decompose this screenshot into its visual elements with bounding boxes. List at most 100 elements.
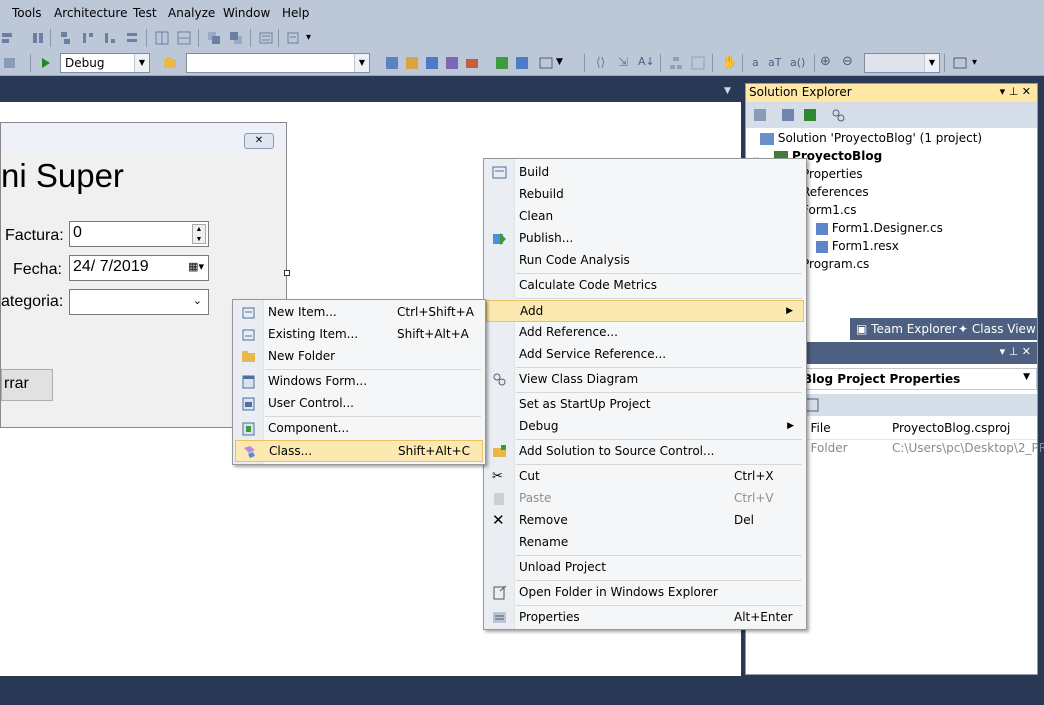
menu-item-open-folder[interactable]: Open Folder in Windows Explorer [486,582,804,604]
menu-item-clean[interactable]: Clean [486,206,804,228]
categoria-label: ategoria: [1,293,64,310]
toolbar-overflow-icon[interactable]: ▾ [306,32,311,43]
close-icon[interactable]: ✕ [244,133,274,149]
fecha-date-picker[interactable]: 24/ 7/2019 ▦▾ [69,255,209,281]
menu-item-remove[interactable]: ✕ Remove Del [486,510,804,532]
tree-solution[interactable]: Solution 'ProyectoBlog' (1 project) [760,131,982,145]
pan-icon[interactable]: ✋ [722,55,737,69]
menu-item-view-class-diagram[interactable]: View Class Diagram [486,369,804,391]
start-debugging-icon[interactable] [38,55,54,71]
hierarchy-icon[interactable] [668,55,684,71]
cerrar-button[interactable]: rrar [1,369,53,401]
zoom-combo[interactable]: ▼ [864,53,940,73]
pin-icon[interactable]: ▾ ⊥ ✕ [1000,85,1031,98]
menu-item-cut[interactable]: ✂ Cut Ctrl+X [486,466,804,488]
submenu-item-component[interactable]: Component... [235,418,483,440]
show-all-files-icon[interactable] [752,107,768,123]
find-symbol-icon[interactable] [384,55,400,71]
tab-order-icon[interactable] [258,30,274,46]
object-browser-icon[interactable] [444,55,460,71]
menu-analyze[interactable]: Analyze [168,6,215,20]
submenu-item-class[interactable]: Class... Shift+Alt+C [235,440,483,462]
categoria-combo[interactable]: ⌄ [69,289,209,315]
configuration-combo[interactable]: Debug ▼ [60,53,150,73]
spinner-icon[interactable]: ▲ ▼ [192,224,206,244]
menu-item-add-service-reference[interactable]: Add Service Reference... [486,344,804,366]
factura-numeric-input[interactable]: 0 ▲ ▼ [69,221,209,247]
start-page-icon[interactable] [494,55,510,71]
menu-item-debug[interactable]: Debug ▶ [486,416,804,438]
order-icon[interactable] [58,30,74,46]
sort-ascending-icon[interactable]: A↓ [638,55,655,68]
properties-icon[interactable] [780,107,796,123]
calendar-icon[interactable]: ▦▾ [188,260,204,273]
menu-tools[interactable]: Tools [12,6,42,20]
toolbar-overflow-icon[interactable]: ▾ [972,57,977,68]
tab-class-view[interactable]: ✦ Class View [958,322,1036,336]
send-back-icon[interactable] [228,30,244,46]
menu-item-properties[interactable]: Properties Alt+Enter [486,607,804,629]
menu-item-set-startup[interactable]: Set as StartUp Project [486,394,804,416]
standard-toolbar: Debug ▼ ▼ ▼ ⟨⟩ ⇲ A↓ ✋ a aT a() ⊕ ⊖ ▼ ▾ [0,50,1044,76]
tab-team-explorer[interactable]: ▣ Team Explorer [856,322,957,336]
menu-help[interactable]: Help [282,6,309,20]
pin-icon[interactable]: ▾ ⊥ ✕ [1000,345,1031,358]
sort-za-icon[interactable] [102,30,118,46]
window-layout-icon[interactable] [952,55,968,71]
menu-test[interactable]: Test [133,6,157,20]
submenu-item-user-control[interactable]: User Control... [235,393,483,415]
doc-dropdown-icon[interactable]: ▼ [724,86,731,96]
menu-item-publish[interactable]: Publish... [486,228,804,250]
resize-handle[interactable] [284,270,290,276]
submenu-item-new-item[interactable]: New Item... Ctrl+Shift+A [235,302,483,324]
menu-window[interactable]: Window [223,6,270,20]
font-size-icon[interactable]: aT [768,56,781,69]
lock-controls-icon[interactable] [286,30,302,46]
refresh-icon[interactable] [802,107,818,123]
menu-item-rename[interactable]: Rename [486,532,804,554]
tree-form1-designer[interactable]: Form1.Designer.cs [816,221,943,235]
uncomment-icon[interactable]: ⇲ [618,55,628,69]
font-small-icon[interactable]: a [752,56,759,69]
sort-cat-icon[interactable] [124,30,140,46]
submenu-item-new-folder[interactable]: New Folder [235,346,483,368]
find-in-files-icon[interactable] [162,55,178,71]
save-all-icon[interactable] [2,55,18,71]
align-icon[interactable] [0,30,16,46]
command-window-icon[interactable] [538,55,554,71]
zoom-out-icon[interactable]: ⊖ [842,54,853,69]
grid-snap-icon[interactable] [176,30,192,46]
zoom-in-icon[interactable]: ⊕ [820,54,831,69]
find-combo[interactable]: ▼ [186,53,370,73]
layout-icon[interactable] [690,55,706,71]
submenu-item-existing-item[interactable]: Existing Item... Shift+Alt+A [235,324,483,346]
view-class-diagram-icon[interactable] [830,107,846,123]
comment-icon[interactable]: ⟨⟩ [596,55,605,69]
dropdown-arrow-icon[interactable]: ▼ [556,57,563,67]
spacing-icon[interactable] [30,30,46,46]
menu-item-rebuild[interactable]: Rebuild [486,184,804,206]
menu-item-unload-project[interactable]: Unload Project [486,557,804,579]
menu-item-add-source-control[interactable]: Add Solution to Source Control... [486,441,804,463]
menu-item-run-code-analysis[interactable]: Run Code Analysis [486,250,804,272]
properties-window-icon[interactable] [424,55,440,71]
solution-explorer-icon[interactable] [404,55,420,71]
menu-item-paste[interactable]: Paste Ctrl+V [486,488,804,510]
font-case-icon[interactable]: a() [790,56,805,69]
menu-item-calculate-code-metrics[interactable]: Calculate Code Metrics [486,275,804,297]
submenu-item-windows-form[interactable]: Windows Form... [235,371,483,393]
tree-form1-resx[interactable]: Form1.resx [816,239,899,253]
tree-properties[interactable]: Properties [802,167,863,181]
menu-item-build[interactable]: Build [486,162,804,184]
bring-front-icon[interactable] [206,30,222,46]
tree-form1-cs[interactable]: Form1.cs [802,203,857,217]
menu-architecture[interactable]: Architecture [54,6,127,20]
menu-item-add[interactable]: Add ▶ [486,300,804,322]
toolbox-icon[interactable] [464,55,480,71]
menu-item-add-reference[interactable]: Add Reference... [486,322,804,344]
extension-manager-icon[interactable] [514,55,530,71]
grid-icon[interactable] [154,30,170,46]
sort-az-icon[interactable] [80,30,96,46]
tree-references[interactable]: References [802,185,869,199]
tree-program-cs[interactable]: Program.cs [802,257,869,271]
